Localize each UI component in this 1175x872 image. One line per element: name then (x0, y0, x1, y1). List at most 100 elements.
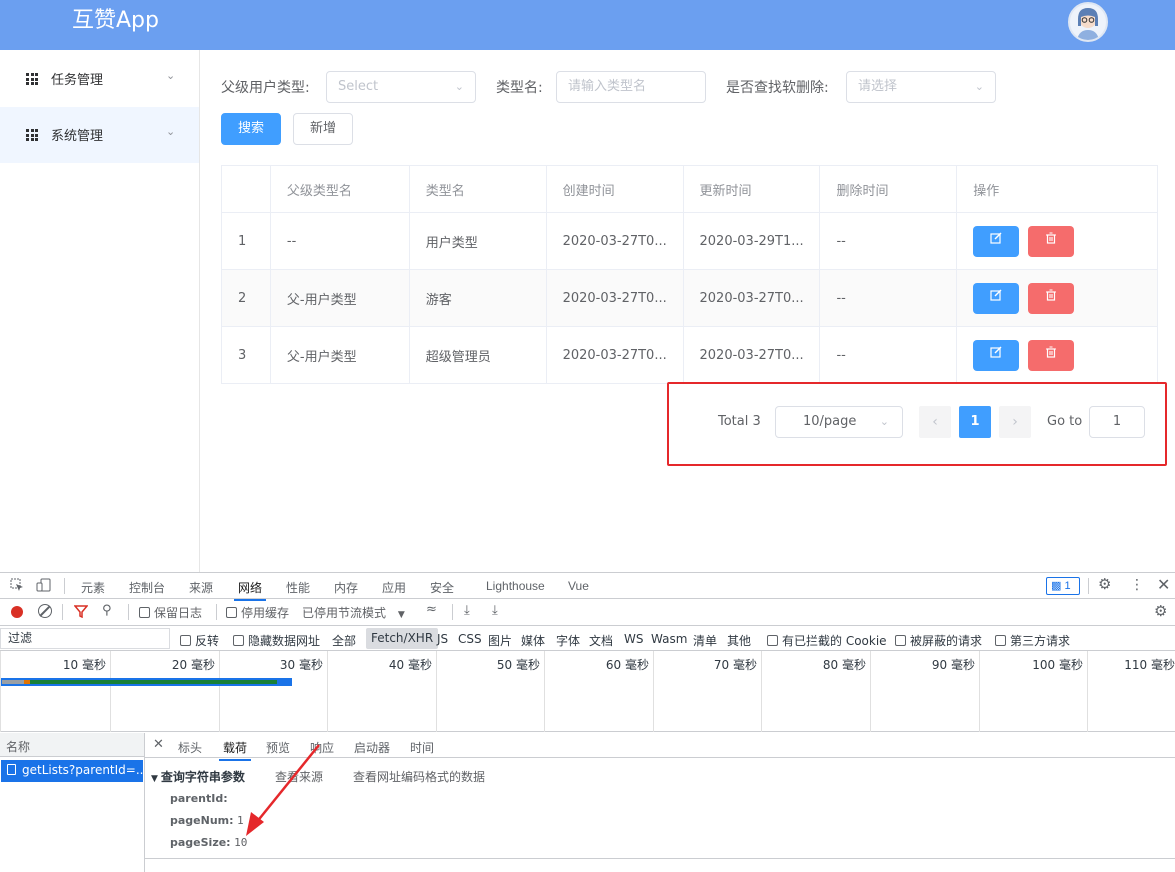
preserve-log-checkbox[interactable]: 保留日志 (139, 604, 202, 621)
parent-type-cell: -- (269, 212, 410, 270)
type-name-cell: 游客 (408, 269, 547, 327)
hide-data-urls-checkbox[interactable]: 隐藏数据网址 (233, 632, 320, 649)
add-button[interactable]: 新增 (293, 113, 353, 145)
close-icon[interactable]: ✕ (1157, 575, 1170, 595)
settings-gear-icon[interactable]: ⚙ (1098, 575, 1111, 593)
delete-button[interactable] (1028, 339, 1075, 371)
download-icon[interactable]: ⤓ (492, 603, 498, 618)
search-button[interactable]: 搜索 (221, 113, 281, 145)
blocked-cookies-checkbox[interactable]: 有已拦截的 Cookie (767, 632, 887, 649)
table-header: 删除时间 (819, 165, 958, 213)
parent-type-placeholder: Select (338, 79, 379, 94)
detail-tab-headers[interactable]: 标头 (178, 739, 202, 756)
trash-icon (1046, 231, 1057, 244)
blocked-requests-checkbox[interactable]: 被屏蔽的请求 (895, 632, 982, 649)
query-params-section[interactable]: ▼ 查询字符串参数 (151, 768, 245, 785)
issues-badge[interactable]: ▩ 1 (1046, 577, 1080, 595)
filter-icon[interactable] (73, 604, 89, 622)
detail-tab-initiator[interactable]: 启动器 (354, 739, 390, 756)
avatar[interactable] (1068, 2, 1108, 42)
filter-type-doc[interactable]: 文档 (589, 632, 613, 649)
edit-button[interactable] (973, 339, 1020, 371)
detail-tab-preview[interactable]: 预览 (266, 739, 290, 756)
edit-button[interactable] (973, 282, 1020, 314)
timeline-tick: 40 毫秒 (388, 658, 432, 672)
view-source-link[interactable]: 查看来源 (275, 768, 323, 785)
timeline-tick: 80 毫秒 (822, 658, 866, 672)
devtools-tab-security[interactable]: 安全 (430, 579, 454, 596)
devtools-tab-memory[interactable]: 内存 (334, 579, 358, 596)
more-options-icon[interactable]: ⋮ (1130, 576, 1144, 593)
table-row: 1 -- 用户类型 2020-03-27T0... 2020-03-29T1..… (221, 212, 1158, 270)
sidebar-item-system-management[interactable]: 系统管理 ⌄ (0, 107, 199, 163)
inspect-icon[interactable] (10, 578, 24, 595)
filter-type-img[interactable]: 图片 (488, 632, 512, 649)
sidebar-item-task-management[interactable]: 任务管理 ⌄ (0, 51, 199, 107)
view-url-encoded-link[interactable]: 查看网址编码格式的数据 (353, 768, 485, 785)
search-icon[interactable]: ⚲ (102, 603, 112, 618)
preserve-log-label: 保留日志 (154, 606, 203, 620)
network-timeline[interactable]: 10 毫秒 20 毫秒 30 毫秒 40 毫秒 50 毫秒 60 毫秒 70 毫… (0, 651, 1175, 732)
table-header: 创建时间 (545, 165, 684, 213)
deleted-cell: -- (819, 269, 958, 327)
timeline-tick: 70 毫秒 (713, 658, 757, 672)
filter-type-manifest[interactable]: 清单 (693, 632, 717, 649)
table-header: 类型名 (408, 165, 547, 213)
deleted-cell: -- (819, 212, 958, 270)
request-details: ✕ 标头 载荷 预览 响应 启动器 时间 ▼ 查询字符串参数 查看来源 查看网址编… (145, 733, 1175, 872)
devtools-tab-performance[interactable]: 性能 (286, 579, 310, 596)
filter-type-font[interactable]: 字体 (556, 632, 580, 649)
close-details-icon[interactable]: ✕ (153, 737, 164, 752)
delete-button[interactable] (1028, 225, 1075, 257)
filter-type-other[interactable]: 其他 (727, 632, 751, 649)
devtools-tab-vue[interactable]: Vue (568, 579, 589, 593)
third-party-checkbox[interactable]: 第三方请求 (995, 632, 1070, 649)
app-title: 互赞App (72, 8, 159, 33)
filter-type-js[interactable]: JS (437, 632, 448, 646)
devtools-tab-elements[interactable]: 元素 (81, 579, 105, 596)
timeline-tick: 60 毫秒 (605, 658, 649, 672)
detail-tab-payload[interactable]: 载荷 (218, 739, 252, 761)
network-settings-gear-icon[interactable]: ⚙ (1154, 602, 1167, 620)
blocked-requests-label: 被屏蔽的请求 (910, 634, 983, 648)
param-row: pageSize: 10 (170, 836, 247, 849)
parent-type-select[interactable]: Select ⌄ (326, 71, 476, 103)
type-name-input[interactable]: 请输入类型名 (556, 71, 706, 103)
type-name-label: 类型名: (496, 80, 543, 96)
invert-checkbox[interactable]: 反转 (180, 632, 219, 649)
param-key: parentId: (170, 792, 228, 805)
filter-bar: 过滤 反转 隐藏数据网址 全部 Fetch/XHR JS CSS 图片 媒体 字… (0, 627, 1175, 651)
soft-delete-label: 是否查找软删除: (726, 80, 829, 96)
throttle-select[interactable]: 已停用节流模式 ▼ (302, 604, 405, 621)
row-index: 1 (221, 212, 271, 270)
request-row-getlists[interactable]: getLists?parentId=... (1, 760, 143, 782)
updated-cell: 2020-03-27T0... (682, 326, 821, 384)
network-conditions-icon[interactable]: ≈ (426, 602, 437, 617)
record-icon[interactable] (11, 606, 23, 618)
filter-type-css[interactable]: CSS (458, 632, 482, 646)
disable-cache-checkbox[interactable]: 停用缓存 (226, 604, 289, 621)
filter-type-all[interactable]: 全部 (332, 632, 356, 649)
devtools-tab-console[interactable]: 控制台 (129, 579, 165, 596)
filter-type-fetch-xhr[interactable]: Fetch/XHR (366, 628, 439, 649)
filter-type-media[interactable]: 媒体 (521, 632, 545, 649)
updated-cell: 2020-03-29T1... (682, 212, 821, 270)
detail-tab-response[interactable]: 响应 (310, 739, 334, 756)
edit-icon (990, 232, 1002, 244)
devtools-tab-network[interactable]: 网络 (233, 579, 267, 601)
timeline-tick: 100 毫秒 (1032, 658, 1083, 672)
edit-button[interactable] (973, 225, 1020, 257)
detail-tab-timing[interactable]: 时间 (410, 739, 434, 756)
clear-icon[interactable] (38, 604, 52, 618)
device-toolbar-icon[interactable] (36, 578, 52, 595)
soft-delete-select[interactable]: 请选择 ⌄ (846, 71, 996, 103)
filter-type-ws[interactable]: WS (624, 632, 643, 646)
devtools-tab-sources[interactable]: 来源 (189, 579, 213, 596)
delete-button[interactable] (1028, 282, 1075, 314)
filter-input[interactable]: 过滤 (0, 628, 170, 649)
devtools-tab-lighthouse[interactable]: Lighthouse (486, 579, 545, 593)
timeline-request-bar (1, 678, 292, 686)
upload-icon[interactable]: ⤓ (464, 603, 470, 618)
devtools-tab-application[interactable]: 应用 (382, 579, 406, 596)
filter-type-wasm[interactable]: Wasm (651, 632, 687, 646)
